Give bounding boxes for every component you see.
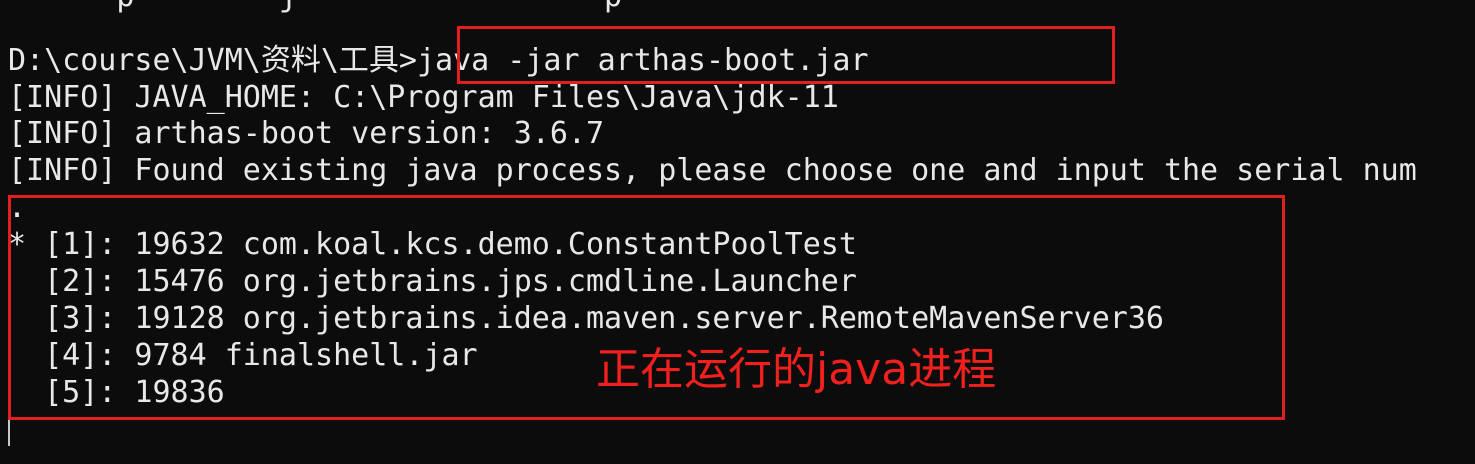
partial-output-line: p j p xyxy=(8,0,622,15)
info-line-version: [INFO] arthas-boot version: 3.6.7 xyxy=(8,116,605,151)
info-line-java-home: [INFO] JAVA_HOME: C:\Program Files\Java\… xyxy=(8,80,839,115)
prompt: D:\course\JVM\资料\工具> xyxy=(8,43,417,78)
annotation-label: 正在运行的java进程 xyxy=(596,344,997,395)
info-line-found-process: [INFO] Found existing java process, plea… xyxy=(8,153,1417,188)
command-highlight-box xyxy=(457,26,1115,84)
terminal-window[interactable]: p j p D:\course\JVM\资料\工具>java -jar arth… xyxy=(0,0,1475,464)
